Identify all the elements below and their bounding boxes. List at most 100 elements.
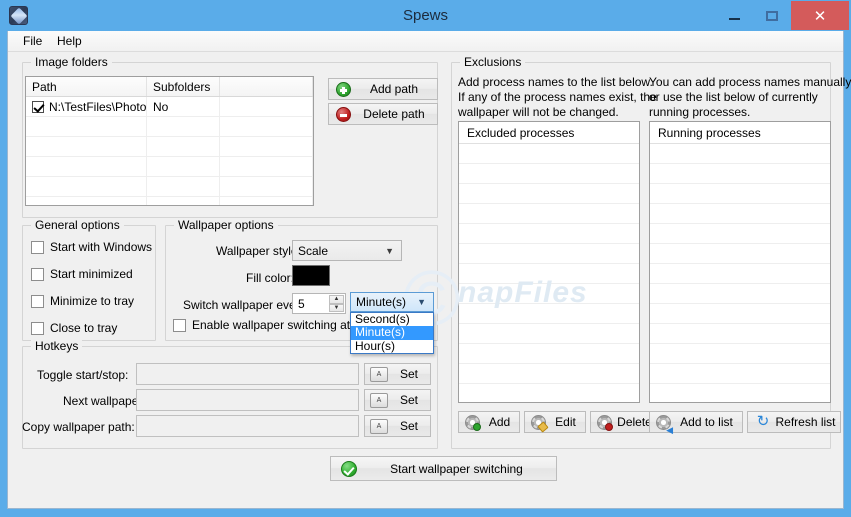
set-next-wallpaper-button[interactable]: A Set: [364, 389, 431, 411]
next-wallpaper-label: Next wallpaper:: [63, 394, 146, 408]
stepper-buttons[interactable]: ▲ ▼: [329, 295, 344, 312]
checkbox-box[interactable]: [173, 318, 186, 332]
checkbox-box[interactable]: [31, 294, 44, 308]
exclusions-label: Exclusions: [460, 55, 526, 69]
delete-path-button[interactable]: Delete path: [328, 103, 438, 125]
exclusions-right-desc-line2: or use the list below of currently: [649, 90, 818, 104]
toggle-start-stop-input[interactable]: [136, 363, 359, 385]
exclusions-left-desc-line1: Add process names to the list below.: [458, 75, 653, 89]
switch-interval-stepper[interactable]: 5 ▲ ▼: [292, 293, 346, 314]
interval-unit-select[interactable]: Minute(s) ▼: [350, 292, 434, 312]
row-checkbox[interactable]: [32, 100, 44, 113]
add-path-label: Add path: [369, 82, 419, 96]
dropdown-option-minutes[interactable]: Minute(s): [351, 325, 433, 340]
add-label: Add: [488, 415, 511, 429]
window-controls: ✕: [715, 1, 849, 30]
checkbox-minimize-to-tray[interactable]: Minimize to tray: [31, 294, 134, 308]
add-to-list-label: Add to list: [680, 415, 733, 429]
dropdown-option-seconds[interactable]: Second(s): [351, 312, 433, 326]
edit-label: Edit: [555, 415, 576, 429]
excluded-processes-list[interactable]: Excluded processes: [458, 121, 640, 403]
row-path-cell[interactable]: N:\TestFiles\Photos: [26, 97, 147, 116]
dropdown-option-hours[interactable]: Hour(s): [351, 339, 433, 353]
stepper-down-icon[interactable]: ▼: [329, 303, 344, 312]
column-subfolders[interactable]: Subfolders: [147, 77, 220, 96]
checkbox-box[interactable]: [31, 267, 44, 281]
row-spare-cell: [220, 97, 313, 116]
plus-circle-icon: [336, 81, 351, 97]
fill-color-swatch[interactable]: [292, 265, 330, 286]
column-path[interactable]: Path: [26, 77, 147, 96]
checkbox-box[interactable]: [31, 240, 44, 254]
start-wallpaper-switching-button[interactable]: Start wallpaper switching: [330, 456, 557, 481]
checkbox-label: Close to tray: [50, 321, 118, 335]
exclusions-edit-button[interactable]: Edit: [524, 411, 586, 433]
next-wallpaper-input[interactable]: [136, 389, 359, 411]
minus-circle-icon: [336, 106, 351, 122]
menu-bar: File Help: [8, 31, 843, 52]
close-button[interactable]: ✕: [791, 1, 849, 30]
set-label: Set: [399, 367, 418, 381]
refresh-list-button[interactable]: ↻ Refresh list: [747, 411, 841, 433]
copy-wallpaper-path-label: Copy wallpaper path:: [22, 420, 135, 434]
exclusions-right-desc-line3: running processes.: [649, 105, 751, 119]
row-path-text: N:\TestFiles\Photos: [49, 99, 147, 114]
image-folders-listview[interactable]: Path Subfolders N:\TestFiles\Photos No: [25, 76, 314, 206]
excluded-processes-header: Excluded processes: [459, 122, 639, 144]
wallpaper-style-select[interactable]: Scale ▼: [292, 240, 402, 261]
chevron-down-icon: ▼: [385, 245, 394, 256]
wallpaper-style-label: Wallpaper style:: [216, 244, 301, 258]
checkbox-box[interactable]: [31, 321, 44, 335]
delete-path-label: Delete path: [363, 107, 425, 121]
maximize-button[interactable]: [753, 1, 791, 30]
exclusions-left-desc-line2: If any of the process names exist, the: [458, 90, 657, 104]
hotkeys-label: Hotkeys: [31, 339, 83, 353]
exclusions-delete-button[interactable]: Delete: [590, 411, 658, 433]
interval-unit-value: Minute(s): [356, 295, 407, 309]
keyboard-key-icon: A: [370, 418, 388, 434]
listview-header: Path Subfolders: [26, 77, 313, 97]
checkbox-label: Start with Windows: [50, 240, 153, 254]
exclusions-left-desc-line3: wallpaper will not be changed.: [458, 105, 619, 119]
menu-file[interactable]: File: [16, 33, 49, 50]
add-to-list-button[interactable]: Add to list: [649, 411, 743, 435]
table-row-empty: [26, 117, 313, 137]
exclusions-add-button[interactable]: Add: [458, 411, 520, 433]
add-path-button[interactable]: Add path: [328, 78, 438, 100]
checkbox-close-to-tray[interactable]: Close to tray: [31, 321, 117, 335]
toggle-start-stop-label: Toggle start/stop:: [37, 368, 129, 382]
keyboard-key-icon: A: [370, 392, 388, 408]
keyboard-key-icon: A: [370, 366, 388, 382]
copy-wallpaper-path-input[interactable]: [136, 415, 359, 437]
set-toggle-start-stop-button[interactable]: A Set: [364, 363, 431, 385]
row-subfolders-cell: No: [147, 97, 220, 116]
image-folders-label: Image folders: [31, 55, 112, 69]
set-label: Set: [399, 393, 418, 407]
column-spare[interactable]: [220, 77, 313, 96]
running-processes-list[interactable]: Running processes: [649, 121, 831, 403]
checkbox-start-with-windows[interactable]: Start with Windows: [31, 240, 152, 254]
title-bar: Spews ✕: [0, 0, 851, 31]
stepper-up-icon[interactable]: ▲: [329, 295, 344, 304]
client-area: File Help © napFiles Image folders Path …: [7, 31, 851, 509]
checkbox-label: Minimize to tray: [50, 294, 135, 308]
interval-unit-dropdown-list[interactable]: Second(s) Minute(s) Hour(s): [350, 312, 434, 354]
checkbox-label: Start minimized: [50, 267, 133, 281]
table-row-empty: [26, 197, 313, 205]
minimize-button[interactable]: [715, 1, 753, 30]
menu-help[interactable]: Help: [50, 33, 89, 50]
gear-delete-icon: [597, 414, 613, 431]
refresh-list-label: Refresh list: [775, 415, 836, 429]
switch-every-label: Switch wallpaper every:: [183, 298, 310, 312]
table-row-empty: [26, 177, 313, 197]
set-copy-wallpaper-path-button[interactable]: A Set: [364, 415, 431, 437]
switch-interval-value: 5: [298, 296, 305, 311]
green-check-icon: [341, 460, 357, 477]
gear-arrow-icon: [656, 414, 673, 435]
table-row[interactable]: N:\TestFiles\Photos No: [26, 97, 313, 117]
set-label: Set: [399, 419, 418, 433]
refresh-icon: ↻: [756, 413, 770, 430]
gear-edit-icon: [531, 414, 549, 433]
table-row-empty: [26, 137, 313, 157]
checkbox-start-minimized[interactable]: Start minimized: [31, 267, 133, 281]
